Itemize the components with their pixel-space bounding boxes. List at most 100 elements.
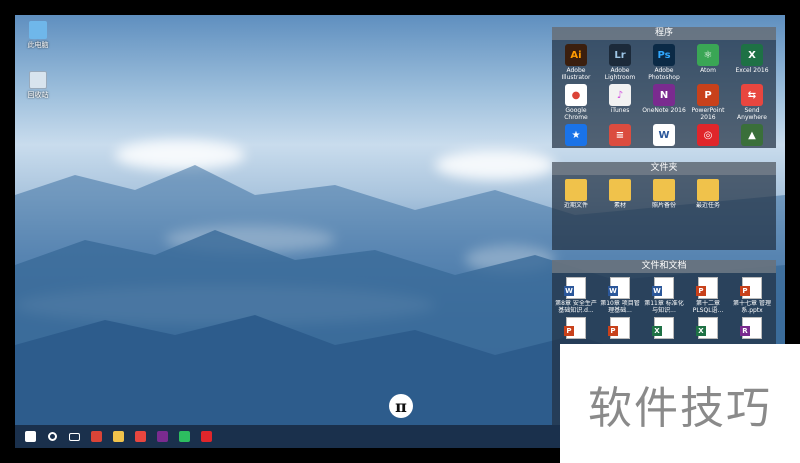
program-tile[interactable]: P PowerPoint 2016 [686, 84, 730, 121]
program-icon: W [653, 124, 675, 146]
task-view-button[interactable] [65, 428, 83, 446]
documents-grid: W 第8章 安全生产基础知识.d... W 第10章 项目管理基础... W 第11章 标… [552, 273, 776, 354]
start-icon [24, 431, 36, 442]
program-icon: Ps [653, 44, 675, 66]
folder-label: 最近任务 [695, 202, 720, 209]
program-tile[interactable]: ♪ iTunes [598, 84, 642, 121]
document-type-icon: X [696, 326, 706, 336]
folder-tile[interactable]: 近期文件 [554, 179, 598, 216]
program-label [554, 147, 598, 148]
pi-launcher-button[interactable]: π [389, 394, 413, 418]
program-tile[interactable]: N OneNote 2016 [642, 84, 686, 121]
program-label: Google Chrome [564, 107, 588, 121]
program-tile[interactable]: Lr Adobe Lightroom [598, 44, 642, 81]
folder-icon [609, 179, 631, 201]
folder-tile[interactable]: 最近任务 [686, 179, 730, 216]
onenote-button[interactable] [153, 428, 171, 446]
folders-grid: 近期文件 素材 照片备份 最近任务 [552, 175, 776, 216]
program-tile[interactable]: W [642, 124, 686, 148]
document-type-icon: X [652, 326, 662, 336]
program-icon: ⇆ [741, 84, 763, 106]
document-type-icon: P [608, 326, 618, 336]
document-type-icon: R [740, 326, 750, 336]
search-button[interactable] [43, 428, 61, 446]
program-label: Adobe Photoshop [648, 67, 680, 81]
document-icon: P [608, 317, 630, 339]
folder-tile[interactable]: 素材 [598, 179, 642, 216]
program-tile[interactable]: ▲ [730, 124, 774, 148]
netease-music-button[interactable] [197, 428, 215, 446]
program-icon: X [741, 44, 763, 66]
program-icon: Ai [565, 44, 587, 66]
desktop-icon-this-pc[interactable]: 此电脑 [21, 21, 55, 49]
program-icon: N [653, 84, 675, 106]
document-label: 第十二章 PLSQL语... [692, 300, 724, 314]
folder-icon [697, 179, 719, 201]
program-tile[interactable]: ★ [554, 124, 598, 148]
folder-label: 近期文件 [563, 202, 588, 209]
program-icon: ♪ [609, 84, 631, 106]
document-type-icon: P [740, 286, 750, 296]
program-icon: ▲ [741, 124, 763, 146]
program-tile[interactable]: Ps Adobe Photoshop [642, 44, 686, 81]
document-icon: X [696, 317, 718, 339]
document-tile[interactable]: W 第11章 标准化与知识... [642, 277, 686, 314]
document-type-icon: W [608, 286, 618, 296]
folder-tile[interactable]: 照片备份 [642, 179, 686, 216]
folder-icon [653, 179, 675, 201]
document-tile[interactable]: P 第十七章 管理系.pptx [730, 277, 774, 314]
document-tile[interactable]: W 第8章 安全生产基础知识.d... [554, 277, 598, 314]
document-label: 第11章 标准化与知识... [644, 300, 684, 314]
document-type-icon: P [696, 286, 706, 296]
program-icon: P [697, 84, 719, 106]
program-tile[interactable]: ● Google Chrome [554, 84, 598, 121]
program-label: Adobe Illustrator [561, 67, 591, 81]
document-icon: P [696, 277, 718, 299]
file-explorer-button[interactable] [109, 428, 127, 446]
document-icon: P [740, 277, 762, 299]
panel-title: 文件夹 [552, 162, 776, 175]
document-icon: W [564, 277, 586, 299]
evernote-button[interactable] [175, 428, 193, 446]
file-explorer-icon [112, 431, 124, 442]
document-label: 第10章 项目管理基础... [600, 300, 640, 314]
program-tile[interactable]: ⇆ Send Anywhere [730, 84, 774, 121]
document-tile[interactable]: W 第10章 项目管理基础... [598, 277, 642, 314]
program-label [730, 147, 774, 148]
program-icon: Lr [609, 44, 631, 66]
desktop-icon-recycle-bin[interactable]: 回收站 [21, 71, 55, 99]
program-label: Excel 2016 [735, 67, 769, 74]
evernote-icon [178, 431, 190, 442]
office-icon [134, 431, 146, 442]
chrome-icon [90, 431, 102, 442]
document-label: 第十七章 管理系.pptx [733, 300, 771, 314]
program-icon: ★ [565, 124, 587, 146]
chrome-button[interactable] [87, 428, 105, 446]
programs-panel: 程序 Ai Adobe Illustrator Lr Adobe Lightroom P… [552, 27, 776, 148]
program-tile[interactable]: ⚛ Atom [686, 44, 730, 81]
document-icon: W [652, 277, 674, 299]
recycle-bin-icon [29, 71, 47, 89]
program-tile[interactable]: X Excel 2016 [730, 44, 774, 81]
document-icon: P [564, 317, 586, 339]
program-tile[interactable]: Ai Adobe Illustrator [554, 44, 598, 81]
office-button[interactable] [131, 428, 149, 446]
program-tile[interactable]: ≡ [598, 124, 642, 148]
program-label [686, 147, 730, 148]
search-icon [47, 432, 57, 441]
program-icon: ● [565, 84, 587, 106]
start-button[interactable] [21, 428, 39, 446]
document-type-icon: P [564, 326, 574, 336]
folder-label: 照片备份 [651, 202, 676, 209]
program-icon: ⚛ [697, 44, 719, 66]
program-label [642, 147, 686, 148]
document-tile[interactable]: P 第十二章 PLSQL语... [686, 277, 730, 314]
computer-icon [29, 21, 47, 39]
desktop-icon-label: 此电脑 [27, 41, 49, 49]
panel-title: 文件和文档 [552, 260, 776, 273]
document-type-icon: W [652, 286, 662, 296]
program-label [598, 147, 642, 148]
program-tile[interactable]: ◎ [686, 124, 730, 148]
task-view-icon [68, 432, 80, 441]
panel-title: 程序 [552, 27, 776, 40]
